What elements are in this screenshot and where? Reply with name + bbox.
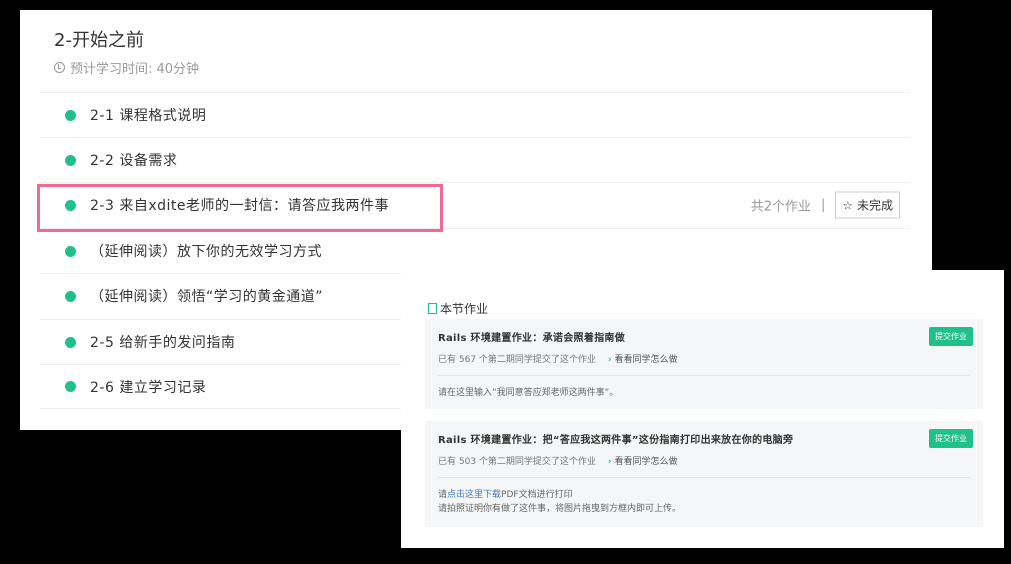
- status-dot-icon: [65, 109, 76, 121]
- submit-homework-button[interactable]: 提交作业: [929, 429, 973, 448]
- homework-item: Rails 环境建置作业：把“答应我这两件事”这份指南打印出来放在你的电脑旁 已…: [425, 421, 983, 527]
- status-dot-icon: [65, 336, 76, 348]
- homework-count: 共2个作业: [750, 199, 811, 215]
- study-time: 预计学习时间: 40分钟: [54, 58, 199, 77]
- lesson-label: 2-6 建立学习记录: [90, 379, 207, 396]
- lesson-label: 2-2 设备需求: [90, 153, 178, 169]
- homework-title: Rails 环境建置作业：把“答应我这两件事”这份指南打印出来放在你的电脑旁: [438, 435, 794, 446]
- study-time-text: 预计学习时间: 40分钟: [70, 62, 200, 77]
- chevron-right-icon: ›: [607, 457, 612, 467]
- divider: |: [821, 197, 826, 213]
- homework-desc: 请在这里输入“我同意答应郑老师这两件事”。: [438, 388, 619, 398]
- link-text: 看看同学怎么做: [614, 457, 678, 467]
- homework-header-text: 本节作业: [440, 302, 489, 316]
- desc-text: 请: [438, 490, 448, 500]
- submitted-count: 已有 567 个第二期同学提交了这个作业: [438, 355, 596, 365]
- lesson-item[interactable]: 2-1 课程格式说明: [40, 92, 910, 137]
- homework-card: 本节作业 Rails 环境建置作业：承诺会照着指南做 已有 567 个第二期同学…: [401, 270, 1004, 548]
- link-text: 看看同学怎么做: [614, 355, 678, 365]
- status-dot-icon: [65, 154, 76, 166]
- star-icon: ☆: [842, 198, 854, 213]
- homework-desc: 请拍照证明你有做了这件事，将图片拖曳到方框内即可上传。: [438, 504, 682, 514]
- homework-header: 本节作业: [428, 300, 488, 317]
- desc-text: PDF文档进行打印: [501, 490, 573, 500]
- see-classmates-link[interactable]: › 看看同学怎么做: [608, 454, 678, 467]
- status-dot-icon: [65, 245, 76, 257]
- lesson-label: 2-1 课程格式说明: [90, 108, 207, 124]
- homework-desc: 请点击这里下载PDF文档进行打印: [438, 488, 970, 502]
- highlight-box: [37, 184, 443, 232]
- homework-title: Rails 环境建置作业：承诺会照着指南做: [438, 333, 626, 344]
- download-link[interactable]: 点击这里下载: [447, 490, 501, 500]
- homework-item: Rails 环境建置作业：承诺会照着指南做 已有 567 个第二期同学提交了这个…: [425, 319, 983, 409]
- incomplete-button[interactable]: ☆ 未完成: [835, 191, 900, 219]
- status-label: 未完成: [856, 198, 893, 213]
- clock-icon: [54, 62, 65, 73]
- lesson-item[interactable]: （延伸阅读）放下你的无效学习方式: [40, 228, 910, 273]
- lesson-label: （延伸阅读）领悟“学习的黄金通道”: [90, 289, 324, 305]
- submitted-count: 已有 503 个第二期同学提交了这个作业: [438, 457, 596, 467]
- lesson-label: （延伸阅读）放下你的无效学习方式: [90, 244, 322, 260]
- submit-homework-button[interactable]: 提交作业: [929, 327, 973, 346]
- lesson-label: 2-5 给新手的发问指南: [90, 335, 236, 351]
- document-icon: [428, 303, 437, 314]
- section-title: 2-开始之前: [54, 30, 144, 51]
- divider: [438, 375, 970, 376]
- chevron-right-icon: ›: [607, 355, 612, 365]
- status-dot-icon: [65, 290, 76, 302]
- see-classmates-link[interactable]: › 看看同学怎么做: [608, 352, 678, 365]
- divider: [438, 477, 970, 478]
- status-dot-icon: [65, 381, 76, 392]
- lesson-item[interactable]: 2-2 设备需求: [40, 137, 910, 182]
